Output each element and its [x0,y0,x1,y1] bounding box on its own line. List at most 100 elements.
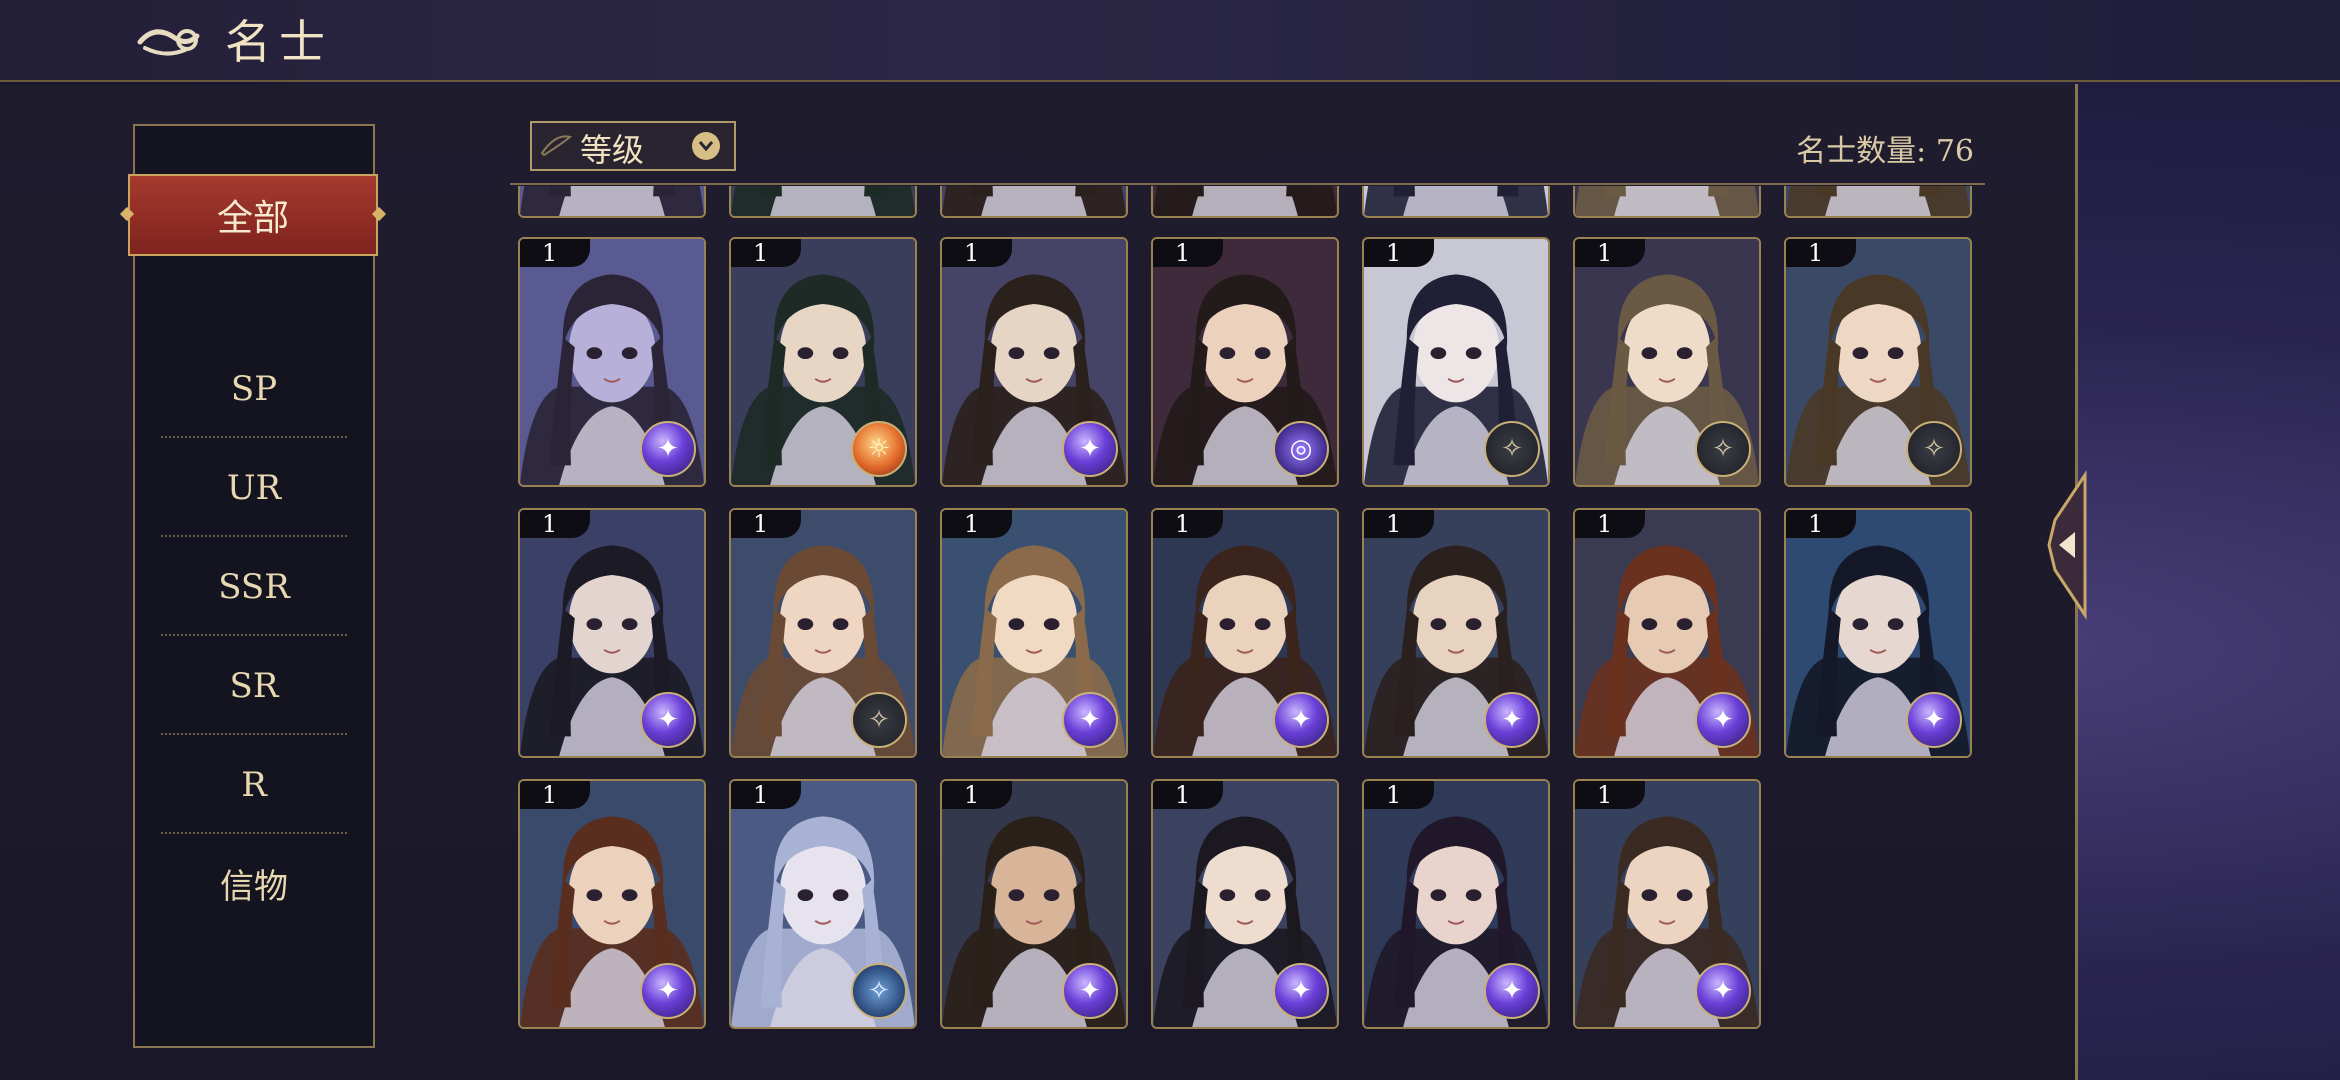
character-card[interactable]: 1 ✧ [729,779,917,1029]
character-card[interactable]: 1 ✦ [518,237,706,487]
sidebar-item-label: SR [229,665,279,706]
level-badge: 1 [520,781,590,809]
toolbar-divider [510,183,1985,185]
orb-element-icon: ✦ [1484,692,1540,748]
sidebar-item-token[interactable]: 信物 [135,834,373,933]
character-card[interactable]: 1 ✦ [940,237,1128,487]
level-badge: 1 [1575,781,1645,809]
character-card[interactable]: 1 ✦ [940,508,1128,758]
level-badge: 1 [731,781,801,809]
sidebar-item-label: 信物 [220,867,288,907]
character-card[interactable]: 1 ✦ [1573,508,1761,758]
sort-label: 等级 [580,131,645,169]
level-badge: 1 [1364,781,1434,809]
category-sidebar: SP UR SSR SR R 信物 [133,124,375,1048]
character-portrait [520,186,704,216]
character-card[interactable]: 1 ☼ [729,237,917,487]
character-grid: 11111111✦1☼1✦1◎1✧1✧1✧1✦1✧1✦1✦1✦1✦1✦1✦1✧1… [515,186,1980,1036]
character-card[interactable]: 1 ✦ [1362,508,1550,758]
level-badge: 1 [520,239,590,267]
sidebar-item-label: SP [230,368,278,409]
dark-element-icon: ✧ [1695,421,1751,477]
sidebar-item-all[interactable]: 全部 [128,174,378,256]
character-card[interactable]: 1 ✦ [518,779,706,1029]
orb-element-icon: ✦ [1273,692,1329,748]
ring-element-icon: ◎ [1273,421,1329,477]
character-portrait [942,186,1126,216]
character-card[interactable]: 1 ✧ [1784,237,1972,487]
orb-element-icon: ✦ [1062,421,1118,477]
level-badge: 1 [1786,239,1856,267]
character-card[interactable]: 1 ✧ [729,508,917,758]
character-card[interactable]: 1 ✦ [940,779,1128,1029]
sidebar-item-label: SSR [218,566,290,607]
level-badge: 1 [1364,510,1434,538]
orb-element-icon: ✦ [1062,692,1118,748]
sidebar-item-sr[interactable]: SR [135,636,373,735]
dark-element-icon: ✧ [1484,421,1540,477]
sidebar-item-label: UR [226,467,282,508]
character-card[interactable]: 1 [1151,186,1339,218]
sidebar-item-ssr[interactable]: SSR [135,537,373,636]
character-card[interactable]: 1 [1362,186,1550,218]
sidebar-item-label: R [241,764,267,805]
orb-element-icon: ✦ [1273,963,1329,1019]
sun-element-icon: ☼ [851,421,907,477]
collapse-arrow-icon[interactable] [2045,470,2093,620]
orb-element-icon: ✦ [1062,963,1118,1019]
character-card[interactable]: 1 ✦ [1151,508,1339,758]
character-count: 名士数量: 76 [1796,134,1974,169]
dark-element-icon: ✧ [1906,421,1962,477]
orb-element-icon: ✦ [640,692,696,748]
top-bar: 名士 [0,0,2340,82]
character-card[interactable]: 1 [729,186,917,218]
orb-element-icon: ✦ [640,963,696,1019]
sidebar-item-label: 全部 [216,198,289,239]
character-portrait [1153,186,1337,216]
level-badge: 1 [1786,510,1856,538]
level-badge: 1 [942,510,1012,538]
chevron-down-icon [692,132,720,160]
blue-element-icon: ✧ [851,963,907,1019]
level-badge: 1 [942,239,1012,267]
sort-dropdown[interactable]: 等级 [530,121,736,171]
orb-element-icon: ✦ [1906,692,1962,748]
page-title: 名士 [225,15,333,69]
orb-element-icon: ✦ [640,421,696,477]
character-portrait [1786,186,1970,216]
level-badge: 1 [520,510,590,538]
orb-element-icon: ✦ [1695,692,1751,748]
level-badge: 1 [1575,510,1645,538]
level-badge: 1 [942,781,1012,809]
character-card[interactable]: 1 [1784,186,1972,218]
level-badge: 1 [1153,239,1223,267]
character-portrait [1575,186,1759,216]
leaf-ornament-icon [540,135,572,157]
character-card[interactable]: 1 [1573,186,1761,218]
character-card[interactable]: 1 ✧ [1362,237,1550,487]
orb-element-icon: ✦ [1484,963,1540,1019]
character-card[interactable]: 1 [940,186,1128,218]
character-card[interactable]: 1 ✧ [1573,237,1761,487]
character-portrait [1364,186,1548,216]
sidebar-item-sp[interactable]: SP [135,339,373,438]
character-card[interactable]: 1 ✦ [1573,779,1761,1029]
character-card[interactable]: 1 ✦ [518,508,706,758]
character-card[interactable]: 1 ✦ [1784,508,1972,758]
dark-element-icon: ✧ [851,692,907,748]
level-badge: 1 [731,239,801,267]
orb-element-icon: ✦ [1695,963,1751,1019]
sidebar-item-r[interactable]: R [135,735,373,834]
level-badge: 1 [1364,239,1434,267]
character-card[interactable]: 1 [518,186,706,218]
level-badge: 1 [1153,781,1223,809]
level-badge: 1 [1153,510,1223,538]
sidebar-item-ur[interactable]: UR [135,438,373,537]
cloud-ornament-icon [137,29,200,56]
character-card[interactable]: 1 ◎ [1151,237,1339,487]
character-card[interactable]: 1 ✦ [1362,779,1550,1029]
character-card[interactable]: 1 ✦ [1151,779,1339,1029]
level-badge: 1 [731,510,801,538]
level-badge: 1 [1575,239,1645,267]
character-portrait [731,186,915,216]
